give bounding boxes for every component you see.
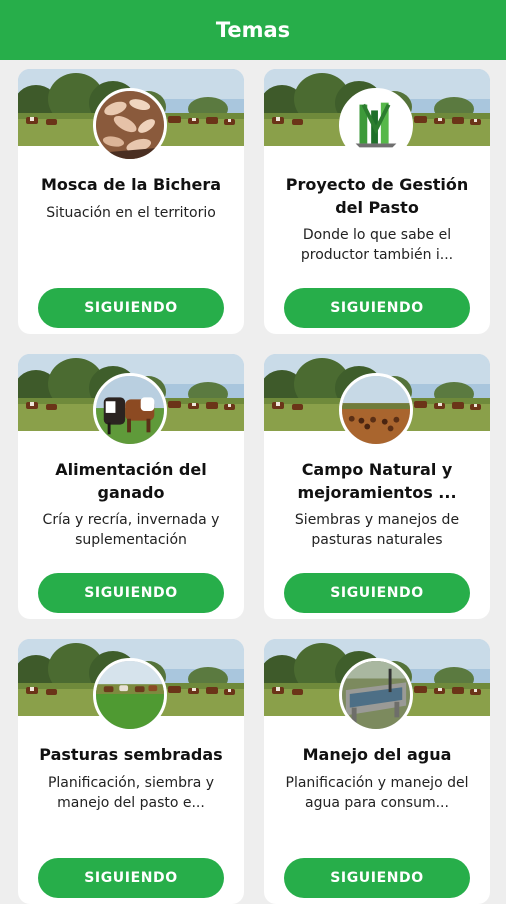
cattle-photo-icon (93, 373, 167, 447)
topic-card-gestion-pasto[interactable]: Proyecto de Gestión del Pasto Donde lo q… (264, 69, 490, 334)
card-description: Planificación, siembra y manejo del past… (47, 775, 215, 811)
following-button[interactable]: SIGUIENDO (38, 288, 224, 328)
grass-project-logo-icon (339, 88, 413, 162)
topic-card-manejo-agua[interactable]: Manejo del agua Planificación y manejo d… (264, 639, 490, 904)
topic-card-alimentacion[interactable]: Alimentación del ganado Cría y recría, i… (18, 354, 244, 619)
larvae-photo-icon (93, 88, 167, 162)
following-button[interactable]: SIGUIENDO (38, 858, 224, 898)
card-title: Mosca de la Bichera (40, 175, 222, 194)
card-description: Cría y recría, invernada y suplementació… (42, 512, 220, 548)
page-title: Temas (215, 18, 291, 42)
card-description: Siembras y manejos de pasturas naturales (294, 512, 460, 548)
card-title: Proyecto de Gestión del Pasto (285, 175, 469, 217)
card-title: Campo Natural y mejoramientos ... (297, 460, 457, 502)
following-button[interactable]: SIGUIENDO (38, 573, 224, 613)
water-trough-photo-icon (339, 658, 413, 732)
topic-card-pasturas-sembradas[interactable]: Pasturas sembradas Planificación, siembr… (18, 639, 244, 904)
topic-card-mosca[interactable]: Mosca de la Bichera Situación en el terr… (18, 69, 244, 334)
card-description: Planificación y manejo del agua para con… (285, 775, 469, 811)
card-title: Manejo del agua (302, 745, 452, 764)
card-title: Pasturas sembradas (39, 745, 223, 764)
app-header: Temas (0, 0, 506, 60)
card-description: Donde lo que sabe el productor también i… (300, 227, 454, 263)
topic-card-campo-natural[interactable]: Campo Natural y mejoramientos ... Siembr… (264, 354, 490, 619)
following-button[interactable]: SIGUIENDO (284, 288, 470, 328)
card-description: Situación en el territorio (46, 205, 216, 221)
following-button[interactable]: SIGUIENDO (284, 573, 470, 613)
field-cattle-photo-icon (339, 373, 413, 447)
card-title: Alimentación del ganado (55, 460, 207, 502)
following-button[interactable]: SIGUIENDO (284, 858, 470, 898)
sown-pasture-photo-icon (93, 658, 167, 732)
